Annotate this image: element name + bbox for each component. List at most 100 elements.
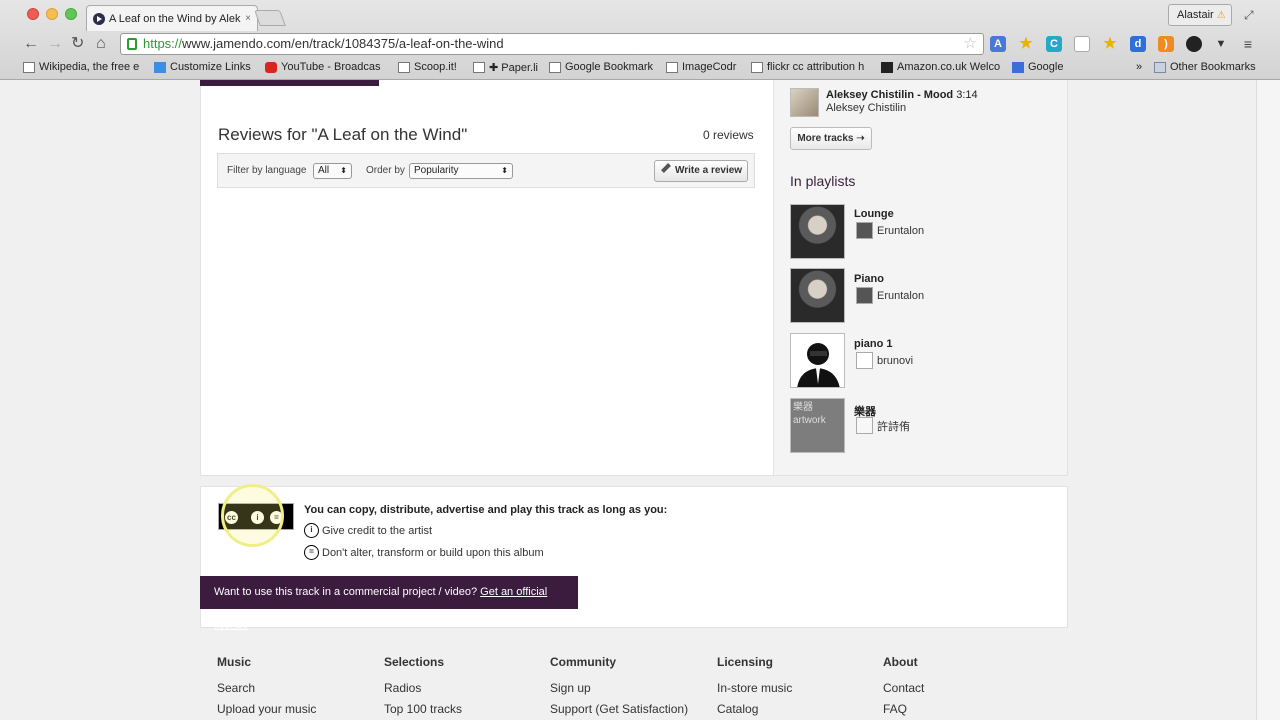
similar-track-title[interactable]: Aleksey Chistilin - Mood 3:14 [826,89,978,101]
cursor-highlight [221,484,284,547]
order-select[interactable]: Popularity ⬍ [409,163,513,179]
bird-extension-icon[interactable]: ▼ [1213,36,1229,52]
other-bookmarks-folder[interactable]: Other Bookmarks [1154,61,1256,73]
d-extension-icon[interactable]: d [1130,36,1146,52]
address-bar[interactable]: https://www.jamendo.com/en/track/1084375… [120,33,984,55]
footer-heading-community: Community [550,655,616,669]
bookmark-item[interactable]: Google Bookmark [549,61,653,73]
page-icon [549,61,561,73]
footer-link[interactable]: Upload your music [217,702,316,716]
footer-link[interactable]: Catalog [717,702,758,716]
select-arrows-icon: ⬍ [340,166,347,175]
tab-title: A Leaf on the Wind by Alek [109,12,241,25]
footer-link[interactable]: FAQ [883,702,907,716]
reviews-title: Reviews for "A Leaf on the Wind" [218,125,468,144]
bookmark-item[interactable]: Google [1012,61,1063,73]
bookmark-label: ✚ Paper.li [489,62,538,74]
playlists-heading: In playlists [790,173,856,189]
translate-extension-icon[interactable]: A [990,36,1006,52]
footer-link[interactable]: Sign up [550,681,591,695]
write-review-button[interactable]: Write a review [654,160,748,182]
bookmark-label: flickr cc attribution h [767,61,865,73]
favorite-extension-icon[interactable]: ★ [1102,36,1118,52]
bookmark-item[interactable]: Amazon.co.uk Welco [881,61,1000,73]
back-arrow-icon[interactable]: ← [23,34,39,54]
bookmark-item[interactable]: Customize Links [154,61,251,73]
window-close-button[interactable] [27,8,39,20]
home-icon[interactable]: ⌂ [96,34,106,54]
playlist-artwork[interactable] [790,268,845,323]
playlist-name[interactable]: Lounge [854,208,894,220]
commercial-license-text: Want to use this track in a commercial p… [214,586,478,598]
playlist-owner-name: Eruntalon [877,224,925,237]
page-icon [473,62,485,73]
bookmark-item[interactable]: ✚ Paper.li [473,61,538,74]
license-condition: i Give credit to the artist [304,523,432,538]
footer-link[interactable]: Contact [883,681,924,695]
url-scheme: https:// [143,36,183,51]
footer-link[interactable]: Radios [384,681,421,695]
fullscreen-icon[interactable]: ⤢ [1244,8,1254,23]
bookmark-label: Google [1028,61,1064,73]
commercial-license-banner: Want to use this track in a commercial p… [200,576,578,631]
language-select[interactable]: All ⬍ [313,163,352,179]
window-maximize-button[interactable] [65,8,77,20]
user-avatar [856,222,873,239]
user-avatar [856,287,873,304]
tab-strip-remnant [200,80,379,86]
footer-link[interactable]: Top 100 tracks [384,702,462,716]
record-extension-icon[interactable] [1186,36,1202,52]
bookmark-star-icon[interactable]: ☆ [964,34,977,54]
page-icon [666,61,678,73]
broken-image-icon [856,417,873,434]
tab-close-icon[interactable]: × [245,13,251,24]
filter-language-label: Filter by language [227,165,307,176]
select-arrows-icon: ⬍ [501,166,508,175]
playlist-artwork-broken[interactable]: 樂器 artwork [790,398,845,453]
footer-heading-about: About [883,655,918,669]
window-minimize-button[interactable] [46,8,58,20]
order-by-label: Order by [366,165,405,176]
page-scrollbar[interactable] [1256,80,1280,720]
bookmark-item[interactable]: Scoop.it! [398,61,457,73]
bookmarks-overflow-icon[interactable]: » [1136,61,1142,73]
profile-button[interactable]: Alastair ⚠ [1168,4,1232,26]
browser-tab[interactable]: A Leaf on the Wind by Alek × [86,5,258,31]
menu-icon[interactable]: ≡ [1240,36,1256,52]
track-duration: 3:14 [956,89,978,101]
browser-chrome: A Leaf on the Wind by Alek × Alastair ⚠ … [0,0,1280,80]
new-tab-button[interactable] [254,10,286,26]
page-icon [751,61,763,73]
delicious-extension-icon[interactable] [1074,36,1090,52]
footer-link[interactable]: Support (Get Satisfaction) [550,702,688,716]
rss-icon[interactable]: ) [1158,36,1174,52]
footer-link[interactable]: In-store music [717,681,792,695]
forward-arrow-icon[interactable]: → [47,34,63,54]
c-extension-icon[interactable]: C [1046,36,1062,52]
footer-heading-selections: Selections [384,655,445,669]
star-extension-icon[interactable]: ★ [1018,36,1034,52]
playlist-name[interactable]: piano 1 [854,338,893,350]
playlist-artwork[interactable] [790,204,845,259]
playlist-owner[interactable]: Eruntalon [856,222,924,239]
pencil-icon [661,163,671,173]
similar-track-artist[interactable]: Aleksey Chistilin [826,102,906,114]
bookmark-item[interactable]: Wikipedia, the free e [23,61,139,73]
playlist-owner[interactable]: Eruntalon [856,287,924,304]
track-thumbnail[interactable] [790,88,819,117]
amazon-icon [881,61,893,73]
playlist-owner[interactable]: 許詩侑 [856,417,910,434]
playlist-name[interactable]: Piano [854,273,884,285]
playlist-artwork[interactable] [790,333,845,388]
reload-icon[interactable]: ↻ [71,34,84,54]
more-tracks-button[interactable]: More tracks ➝ [790,127,872,150]
bookmark-item[interactable]: ImageCodr [666,61,736,73]
url-text: www.jamendo.com/en/track/1084375/a-leaf-… [182,36,504,51]
bookmark-item[interactable]: YouTube - Broadcas [265,61,380,73]
footer-link[interactable]: Search [217,681,255,695]
wikipedia-icon [23,61,35,73]
bookmark-item[interactable]: flickr cc attribution h [751,61,864,73]
playlist-owner[interactable]: brunovi [856,352,913,369]
user-avatar [856,352,873,369]
no-derivatives-icon: = [304,545,319,560]
